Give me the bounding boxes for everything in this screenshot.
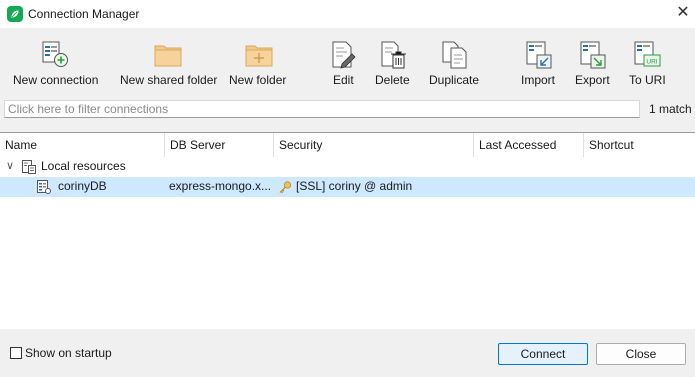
export-button[interactable]: Export — [572, 28, 616, 94]
footer-bar: Show on startup Connect Close — [0, 329, 695, 377]
import-icon — [526, 41, 552, 69]
new-connection-icon — [42, 41, 68, 67]
new-folder-icon — [245, 45, 273, 67]
to-uri-button[interactable]: URI To URI — [626, 28, 670, 94]
column-header-shortcut[interactable]: Shortcut — [584, 133, 695, 157]
to-uri-label: To URI — [629, 73, 666, 87]
shared-folder-icon — [154, 45, 182, 67]
new-shared-folder-button[interactable]: New shared folder — [116, 28, 222, 94]
close-window-button[interactable]: ✕ — [676, 5, 690, 21]
export-label: Export — [575, 73, 610, 87]
column-header-security[interactable]: Security — [274, 133, 474, 157]
close-button[interactable]: Close — [596, 343, 686, 365]
edit-icon — [332, 41, 356, 69]
connection-tree: Name DB Server Security Last Accessed Sh… — [0, 132, 695, 330]
import-button[interactable]: Import — [518, 28, 562, 94]
toolbar: New connection New shared folder New fol… — [0, 28, 695, 94]
connection-row[interactable]: corinyDB express-mongo.x... [SSL] coriny… — [0, 177, 695, 197]
title-bar: Connection Manager ✕ — [0, 0, 695, 28]
to-uri-icon: URI — [634, 41, 661, 67]
column-header-db-server[interactable]: DB Server — [165, 133, 274, 157]
new-connection-label: New connection — [13, 73, 99, 87]
connect-button[interactable]: Connect — [498, 343, 588, 365]
show-on-startup-label[interactable]: Show on startup — [25, 346, 112, 360]
duplicate-button[interactable]: Duplicate — [426, 28, 484, 94]
tree-group-row[interactable]: ∨ Local resources — [0, 157, 695, 177]
connection-db-server: express-mongo.x... — [169, 179, 272, 193]
collapse-chevron-icon[interactable]: ∨ — [6, 159, 14, 172]
column-header-name[interactable]: Name — [0, 133, 165, 157]
filter-box — [4, 100, 640, 118]
new-connection-button[interactable]: New connection — [6, 28, 108, 94]
key-icon — [279, 181, 292, 193]
delete-label: Delete — [375, 73, 410, 87]
leaf-icon — [7, 6, 23, 22]
duplicate-label: Duplicate — [429, 73, 480, 87]
export-icon — [580, 41, 606, 69]
window-title: Connection Manager — [28, 7, 140, 21]
database-connection-icon — [37, 180, 51, 194]
new-folder-button[interactable]: New folder — [226, 28, 292, 94]
match-count: 1 match — [649, 102, 692, 116]
connection-security: [SSL] coriny @ admin — [296, 179, 413, 193]
new-folder-label: New folder — [229, 73, 287, 87]
new-shared-folder-label: New shared folder — [120, 73, 218, 87]
column-header-last-accessed[interactable]: Last Accessed — [474, 133, 584, 157]
group-label: Local resources — [41, 159, 126, 173]
delete-icon — [381, 41, 406, 69]
connection-name: corinyDB — [58, 179, 107, 193]
edit-label: Edit — [333, 73, 354, 87]
edit-button[interactable]: Edit — [326, 28, 360, 94]
local-resources-icon — [22, 160, 36, 174]
show-on-startup-checkbox[interactable] — [10, 347, 22, 359]
uri-badge-text: URI — [646, 59, 657, 66]
filter-input[interactable] — [5, 101, 639, 117]
duplicate-icon — [442, 41, 467, 69]
import-label: Import — [521, 73, 556, 87]
delete-button[interactable]: Delete — [372, 28, 414, 94]
